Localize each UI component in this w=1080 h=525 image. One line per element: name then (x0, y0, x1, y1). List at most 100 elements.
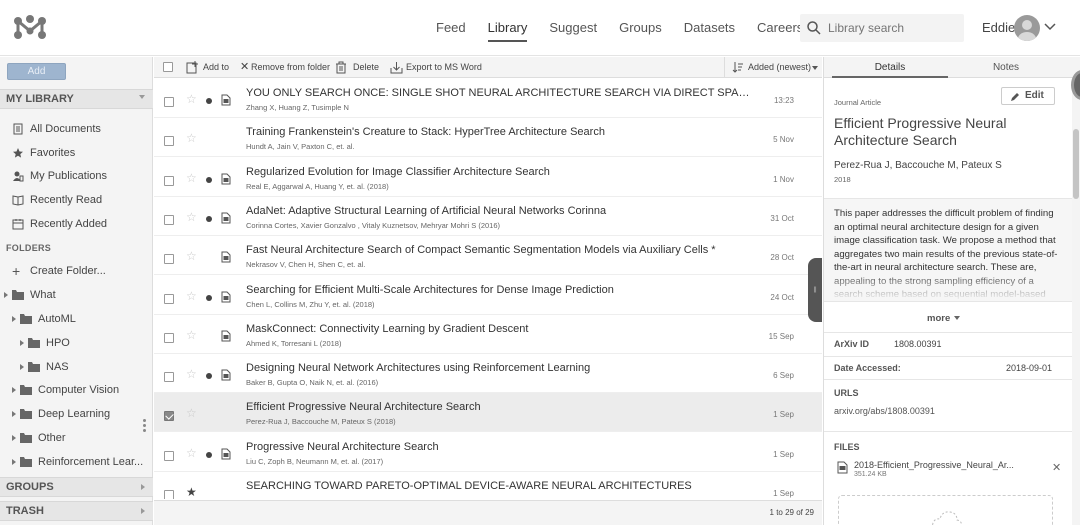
star-icon[interactable]: ☆ (186, 290, 197, 302)
nav-item-feed[interactable]: Feed (436, 0, 466, 56)
document-title[interactable]: Efficient Progressive Neural Architectur… (834, 115, 1039, 149)
more-options-icon[interactable] (143, 419, 146, 434)
expand-caret-icon[interactable] (12, 316, 16, 322)
expand-caret-icon[interactable] (20, 364, 24, 370)
edit-button[interactable]: Edit (1001, 87, 1055, 105)
row-checkbox[interactable] (164, 332, 174, 343)
star-icon[interactable]: ☆ (186, 172, 197, 184)
add-to-label: Add to (203, 62, 230, 72)
create-folder-button[interactable]: + Create Folder... (0, 260, 153, 282)
collapse-details-tab[interactable]: || (808, 258, 822, 322)
library-search[interactable] (800, 14, 964, 42)
star-icon[interactable]: ☆ (186, 447, 197, 459)
star-icon[interactable]: ☆ (186, 211, 197, 223)
sidebar-item-recently-read[interactable]: Recently Read (0, 189, 153, 211)
sidebar-folder-other[interactable]: Other (0, 427, 153, 449)
row-checkbox[interactable] (164, 175, 174, 186)
row-checkbox[interactable] (164, 214, 174, 225)
document-date: 28 Oct (770, 253, 794, 263)
add-to-button[interactable]: Add to (186, 57, 230, 78)
tab-notes[interactable]: Notes (948, 57, 1064, 78)
arxiv-id-value[interactable]: 1808.00391 (894, 339, 942, 349)
table-row[interactable]: ☆ MaskConnect: Connectivity Learning by G… (154, 315, 822, 354)
table-row[interactable]: ☆ Progressive Neural Architecture Search L… (154, 433, 822, 472)
sidebar-folder-nas[interactable]: NAS (0, 356, 153, 378)
star-icon[interactable]: ☆ (186, 329, 197, 341)
expand-caret-icon[interactable] (20, 340, 24, 346)
delete-label: Delete (353, 62, 380, 72)
row-checkbox[interactable] (164, 254, 174, 265)
star-icon[interactable]: ☆ (186, 250, 197, 262)
details-scrollbar[interactable] (1072, 79, 1080, 525)
star-icon[interactable]: ☆ (186, 132, 197, 144)
trash-header[interactable]: TRASH (0, 501, 153, 521)
expand-caret-icon[interactable] (12, 459, 16, 465)
document-toolbar: Add to ✕ Remove from folder Delete Expor… (154, 57, 822, 78)
file-drop-zone[interactable] (838, 495, 1053, 525)
mendeley-logo-icon[interactable] (12, 14, 48, 42)
url-link[interactable]: arxiv.org/abs/1808.00391 (834, 406, 935, 416)
star-icon[interactable]: ☆ (186, 407, 197, 419)
sidebar-folder-deep-learning[interactable]: Deep Learning (0, 403, 153, 425)
document-authors[interactable]: Perez-Rua J, Baccouche M, Pateux S (834, 160, 1002, 171)
list-footer: 1 to 29 of 29 (154, 500, 822, 525)
table-row[interactable]: ☆ Searching for Efficient Multi-Scale Arc… (154, 276, 822, 315)
sidebar-folder-automl[interactable]: AutoML (0, 308, 153, 330)
nav-item-datasets[interactable]: Datasets (684, 0, 735, 56)
groups-header[interactable]: GROUPS (0, 477, 153, 497)
user-name[interactable]: Eddie (982, 20, 1015, 35)
add-button[interactable]: Add (7, 63, 66, 80)
expand-caret-icon[interactable] (4, 292, 8, 298)
date-accessed-value[interactable]: 2018-09-01 (1006, 363, 1052, 373)
table-row[interactable]: ☆ Regularized Evolution for Image Classif… (154, 158, 822, 197)
sidebar-folder-computer-vision[interactable]: Computer Vision (0, 379, 153, 401)
sidebar-folder-hpo[interactable]: HPO (0, 332, 153, 354)
table-row[interactable]: ☆ Designing Neural Network Architectures … (154, 354, 822, 394)
row-checkbox[interactable] (164, 411, 174, 422)
sidebar-item-favorites[interactable]: Favorites (0, 142, 153, 164)
chevron-down-icon[interactable] (1044, 22, 1056, 32)
select-all-checkbox[interactable] (163, 62, 173, 72)
export-ms-word-button[interactable]: Export to MS Word (390, 57, 482, 78)
delete-button[interactable]: Delete (335, 57, 381, 78)
expand-caret-icon[interactable] (12, 435, 16, 441)
table-row[interactable]: ☆ Training Frankenstein's Creature to Sta… (154, 118, 822, 158)
star-icon[interactable]: ★ (186, 486, 197, 498)
row-checkbox[interactable] (164, 136, 174, 147)
more-button[interactable]: more (927, 313, 961, 324)
row-checkbox[interactable] (164, 450, 174, 461)
nav-item-library[interactable]: Library (487, 0, 527, 56)
expand-caret-icon[interactable] (12, 387, 16, 393)
row-checkbox[interactable] (164, 490, 174, 499)
table-row[interactable]: ☆ Efficient Progressive Neural Architectu… (154, 393, 822, 433)
sidebar-folder-what[interactable]: What (0, 284, 153, 306)
expand-caret-icon[interactable] (12, 411, 16, 417)
avatar[interactable] (1014, 15, 1040, 41)
remove-from-folder-button[interactable]: ✕ Remove from folder (240, 57, 330, 78)
sidebar-item-all-documents[interactable]: All Documents (0, 118, 153, 140)
nav-item-suggest[interactable]: Suggest (549, 0, 597, 56)
star-icon[interactable]: ☆ (186, 93, 197, 105)
row-checkbox[interactable] (164, 97, 174, 107)
my-library-header[interactable]: MY LIBRARY (0, 89, 153, 109)
sidebar-item-recently-added[interactable]: Recently Added (0, 213, 153, 235)
attached-file[interactable]: 2018-Efficient_Progressive_Neural_Ar... … (834, 459, 1062, 483)
search-input[interactable] (828, 18, 958, 38)
table-row[interactable]: ☆ AdaNet: Adaptive Structural Learning of… (154, 197, 822, 236)
star-icon[interactable]: ☆ (186, 368, 197, 380)
sort-dropdown[interactable]: Added (newest) (732, 57, 818, 78)
table-row[interactable]: ☆ YOU ONLY SEARCH ONCE: SINGLE SHOT NEURA… (154, 79, 822, 118)
row-checkbox[interactable] (164, 293, 174, 304)
row-checkbox[interactable] (164, 372, 174, 383)
table-row[interactable]: ☆ Fast Neural Architecture Search of Comp… (154, 236, 822, 276)
nav-item-groups[interactable]: Groups (619, 0, 662, 56)
nav-item-careers[interactable]: Careers (757, 0, 803, 56)
tab-details[interactable]: Details (832, 57, 948, 78)
document-date: 6 Sep (773, 371, 794, 381)
sidebar-item-my-publications[interactable]: My Publications (0, 165, 153, 187)
document-authors: Ahmed K, Torresani L (2018) (246, 338, 342, 348)
table-row[interactable]: ★ SEARCHING TOWARD PARETO-OPTIMAL DEVICE-… (154, 472, 822, 499)
sidebar-folder-reinforcement-lear[interactable]: Reinforcement Lear... (0, 451, 153, 473)
divider (824, 379, 1072, 380)
remove-file-icon[interactable]: ✕ (1052, 461, 1061, 474)
